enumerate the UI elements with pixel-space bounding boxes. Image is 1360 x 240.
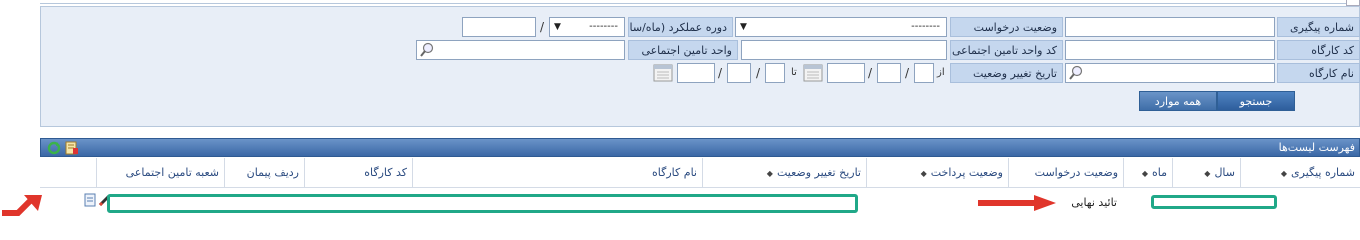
- column-header-insurance-branch[interactable]: شعبه تامین اجتماعی: [96, 158, 224, 188]
- column-header-month[interactable]: ماه◆: [1123, 158, 1172, 188]
- request-status-label: وضعیت درخواست: [950, 17, 1063, 37]
- insurance-unit-input[interactable]: [416, 40, 625, 60]
- from-year-input[interactable]: [827, 63, 865, 83]
- column-header-workshop-code[interactable]: کد کارگاه: [304, 158, 412, 188]
- search-panel: شماره پیگیری وضعیت درخواست ▼ -------- دو…: [40, 6, 1360, 127]
- insurance-unit-label: واحد تامین اجتماعی: [628, 40, 738, 60]
- top-panel-edge: [40, 0, 1360, 6]
- workshop-name-input[interactable]: [1065, 63, 1275, 83]
- sort-icon[interactable]: ◆: [1281, 169, 1287, 178]
- column-header-status-change-date[interactable]: تاریخ تغییر وضعیت◆: [702, 158, 866, 188]
- column-label: شعبه تامین اجتماعی: [125, 166, 219, 179]
- column-label: وضعیت پرداخت: [930, 166, 1003, 179]
- screen-root: شماره پیگیری وضعیت درخواست ▼ -------- دو…: [0, 0, 1360, 217]
- column-label: تاریخ تغییر وضعیت: [776, 166, 861, 179]
- chevron-down-icon: ▼: [554, 22, 561, 32]
- refresh-icon[interactable]: [47, 141, 61, 155]
- column-header-workshop-name[interactable]: نام کارگاه: [412, 158, 702, 188]
- date-separator: /: [718, 66, 723, 80]
- insurance-unit-code-input[interactable]: [741, 40, 947, 60]
- to-day-input[interactable]: [765, 63, 785, 83]
- sort-icon[interactable]: ◆: [1142, 169, 1148, 178]
- column-label: نام کارگاه: [652, 166, 697, 179]
- period-month-select[interactable]: ▼ --------: [549, 17, 625, 37]
- list-title: فهرست لیست‌ها: [1278, 141, 1355, 154]
- column-label: سال: [1214, 166, 1235, 179]
- workshop-name-label: نام کارگاه: [1277, 63, 1360, 83]
- column-label: شماره پیگیری: [1291, 166, 1355, 179]
- column-header-tracking-number[interactable]: شماره پیگیری ◆: [1240, 158, 1360, 188]
- list-header-bar: فهرست لیست‌ها: [40, 138, 1360, 157]
- magnifier-icon[interactable]: [419, 42, 435, 58]
- highlight-box-tracking: [1151, 195, 1277, 209]
- column-header-payment-status[interactable]: وضعیت پرداخت◆: [866, 158, 1008, 188]
- status-change-date-label: تاریخ تغییر وضعیت: [950, 63, 1063, 83]
- show-all-button[interactable]: همه موارد: [1139, 91, 1217, 111]
- workshop-code-input[interactable]: [1065, 40, 1275, 60]
- sort-icon[interactable]: ◆: [1204, 169, 1210, 178]
- request-status-value: --------: [911, 21, 940, 32]
- search-button[interactable]: جستجو: [1217, 91, 1295, 111]
- column-header-contract-row[interactable]: ردیف پیمان: [224, 158, 304, 188]
- to-label: تا: [791, 67, 797, 78]
- date-separator: /: [868, 66, 873, 80]
- period-month-value: --------: [589, 21, 618, 32]
- highlight-box-row: [107, 194, 858, 213]
- from-month-input[interactable]: [877, 63, 901, 83]
- date-separator: /: [756, 66, 761, 80]
- to-month-input[interactable]: [727, 63, 751, 83]
- period-year-input[interactable]: [462, 17, 536, 37]
- column-label: وضعیت درخواست: [1034, 166, 1118, 179]
- column-header-request-status[interactable]: وضعیت درخواست: [1008, 158, 1123, 188]
- sort-icon[interactable]: ◆: [767, 169, 773, 178]
- calendar-icon[interactable]: [653, 64, 673, 82]
- column-header-year[interactable]: سال ◆: [1172, 158, 1240, 188]
- export-icon[interactable]: [65, 141, 79, 155]
- grid-header: شماره پیگیری◆ سال◆ ماه◆ وضعیت درخواست وض…: [40, 158, 1360, 188]
- request-status-select[interactable]: ▼ --------: [735, 17, 947, 37]
- chevron-down-icon: ▼: [740, 22, 747, 32]
- column-label: ردیف پیمان: [246, 166, 299, 179]
- from-label: از: [937, 67, 945, 78]
- tracking-number-input[interactable]: [1065, 17, 1275, 37]
- period-label: دوره عملکرد (ماه/سال): [628, 17, 733, 37]
- magnifier-icon[interactable]: [1068, 65, 1084, 81]
- arrow-icon: [2, 195, 42, 216]
- to-year-input[interactable]: [677, 63, 715, 83]
- sort-icon[interactable]: ◆: [921, 169, 927, 178]
- from-day-input[interactable]: [914, 63, 934, 83]
- calendar-icon[interactable]: [803, 64, 823, 82]
- date-separator: /: [540, 20, 545, 34]
- date-separator: /: [905, 66, 910, 80]
- view-icon[interactable]: [84, 193, 96, 207]
- workshop-code-label: کد کارگاه: [1277, 40, 1360, 60]
- arrow-icon: [978, 195, 1056, 211]
- column-label: ماه: [1151, 166, 1167, 179]
- column-label: کد کارگاه: [364, 166, 407, 179]
- tracking-number-label: شماره پیگیری: [1277, 17, 1360, 37]
- insurance-unit-code-label: کد واحد تامین اجتماعی: [950, 40, 1063, 60]
